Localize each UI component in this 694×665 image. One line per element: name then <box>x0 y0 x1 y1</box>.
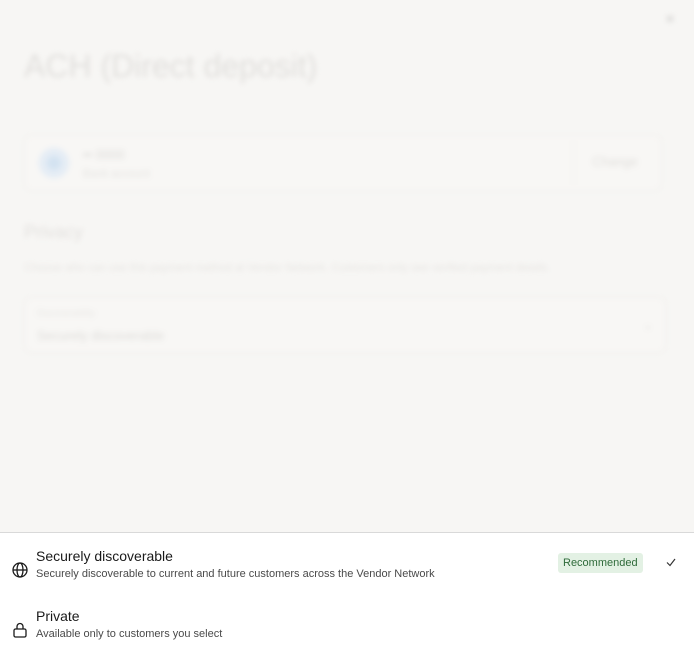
payment-method-page: × ACH (Direct deposit) •• 0000 Bank acco… <box>0 0 694 665</box>
option-description: Securely discoverable to current and fut… <box>36 568 435 580</box>
recommended-badge: Recommended <box>558 553 643 573</box>
lock-icon <box>13 622 27 638</box>
change-button[interactable]: Change <box>573 140 656 184</box>
option-title: Securely discoverable <box>36 548 173 564</box>
option-private[interactable]: Private Available only to customers you … <box>0 599 694 659</box>
discoverability-dropdown: Securely discoverable Securely discovera… <box>0 532 694 665</box>
bank-logo-icon <box>39 148 69 178</box>
bank-account-card: •• 0000 Bank account Change <box>24 135 662 191</box>
privacy-heading: Privacy <box>24 222 84 242</box>
select-label: Discoverability <box>37 308 96 318</box>
select-value: Securely discoverable <box>37 328 165 343</box>
option-description: Available only to customers you select <box>36 628 223 640</box>
checkmark-icon <box>666 558 676 567</box>
modal-backdrop: × ACH (Direct deposit) •• 0000 Bank acco… <box>0 0 694 532</box>
account-name: •• 0000 <box>83 147 125 162</box>
option-title: Private <box>36 608 80 624</box>
close-icon[interactable]: × <box>662 12 678 28</box>
chevron-down-icon: ⌄ <box>643 318 654 332</box>
account-subtitle: Bank account <box>83 168 150 180</box>
privacy-description: Choose who can use this payment method a… <box>24 262 551 274</box>
discoverability-select[interactable]: Discoverability Securely discoverable ⌄ <box>24 297 666 353</box>
globe-icon <box>12 562 28 578</box>
option-securely-discoverable[interactable]: Securely discoverable Securely discovera… <box>0 539 694 599</box>
page-title: ACH (Direct deposit) <box>24 48 318 84</box>
